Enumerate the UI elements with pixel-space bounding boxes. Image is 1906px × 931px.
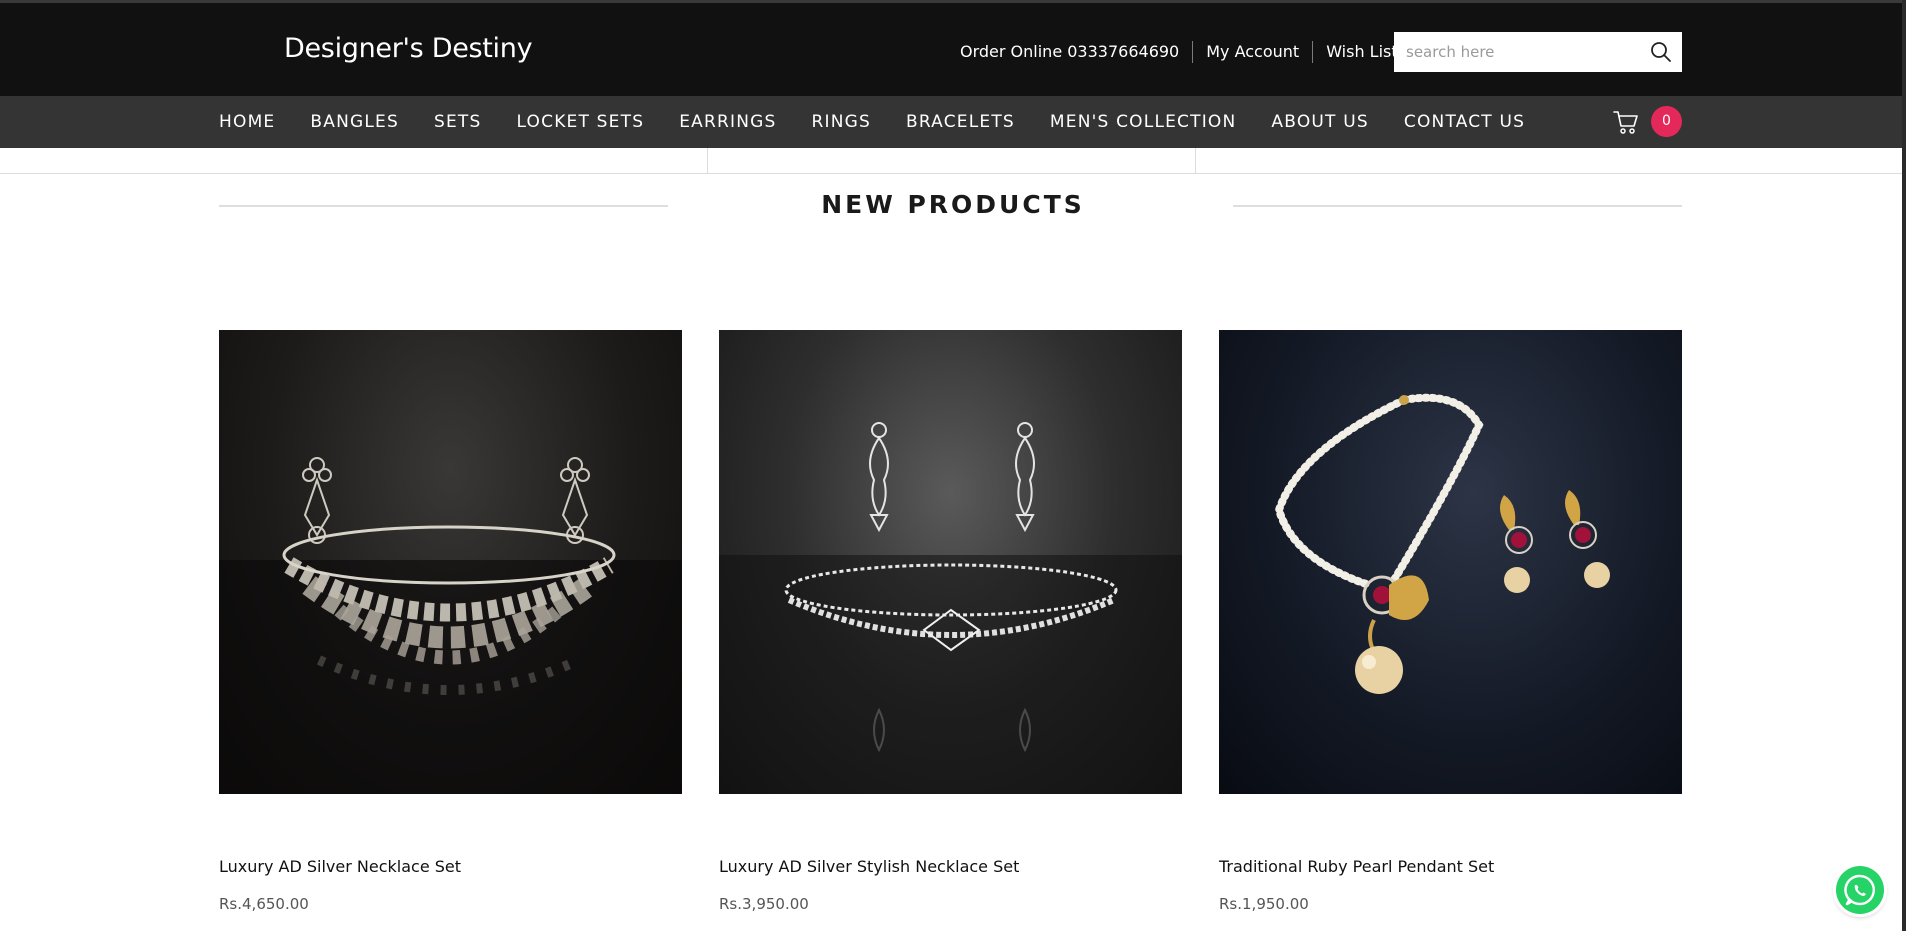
product-name[interactable]: Luxury AD Silver Necklace Set [219,857,461,876]
search-input[interactable] [1394,32,1634,72]
nav-item-about-us[interactable]: ABOUT US [1271,112,1368,132]
nav-item-locket-sets[interactable]: LOCKET SETS [516,112,644,132]
product-name[interactable]: Traditional Ruby Pearl Pendant Set [1219,857,1494,876]
search-box [1394,32,1682,72]
nav-menu: HOME BANGLES SETS LOCKET SETS EARRINGS R… [219,96,1560,148]
product-name[interactable]: Luxury AD Silver Stylish Necklace Set [719,857,1019,876]
whatsapp-icon [1844,874,1876,906]
order-online-link[interactable]: Order Online 03337664690 [946,41,1192,63]
category-strip [0,148,1906,174]
search-button[interactable] [1650,41,1672,63]
divider [1195,148,1196,174]
page: Designer's Destiny Order Online 03337664… [0,0,1906,931]
nav-item-bangles[interactable]: BANGLES [310,112,399,132]
product-card[interactable]: Luxury AD Silver Stylish Necklace Set Rs… [719,330,1182,913]
necklace-image [219,457,682,794]
cart-button[interactable] [1612,108,1640,136]
pendant-image [1274,393,1610,694]
cart-icon [1613,111,1638,134]
product-image[interactable] [719,330,1182,794]
title-line-right [1233,205,1682,207]
nav-item-home[interactable]: HOME [219,112,275,132]
nav-item-rings[interactable]: RINGS [811,112,871,132]
divider [707,148,708,174]
brand-logo[interactable]: Designer's Destiny [284,33,533,64]
whatsapp-button[interactable] [1836,866,1884,914]
product-card[interactable]: Traditional Ruby Pearl Pendant Set Rs.1,… [1219,330,1682,913]
product-image[interactable] [1219,330,1682,794]
search-icon [1651,42,1671,62]
product-image[interactable] [219,330,682,794]
product-card[interactable]: Luxury AD Silver Necklace Set Rs.4,650.0… [219,330,682,913]
top-header: Designer's Destiny Order Online 03337664… [0,0,1906,96]
nav-item-mens-collection[interactable]: MEN'S COLLECTION [1050,112,1237,132]
product-price: Rs.3,950.00 [719,895,809,913]
main-nav: HOME BANGLES SETS LOCKET SETS EARRINGS R… [0,96,1906,148]
window-scrollbar[interactable] [1902,0,1906,931]
nav-item-sets[interactable]: SETS [434,112,482,132]
nav-item-contact-us[interactable]: CONTACT US [1404,112,1525,132]
necklace-image [719,422,1182,794]
nav-item-bracelets[interactable]: BRACELETS [906,112,1015,132]
cart-count-badge[interactable]: 0 [1651,106,1682,137]
product-price: Rs.1,950.00 [1219,895,1309,913]
nav-item-earrings[interactable]: EARRINGS [679,112,776,132]
product-price: Rs.4,650.00 [219,895,309,913]
top-links: Order Online 03337664690 My Account Wish… [946,41,1419,63]
my-account-link[interactable]: My Account [1193,41,1312,63]
